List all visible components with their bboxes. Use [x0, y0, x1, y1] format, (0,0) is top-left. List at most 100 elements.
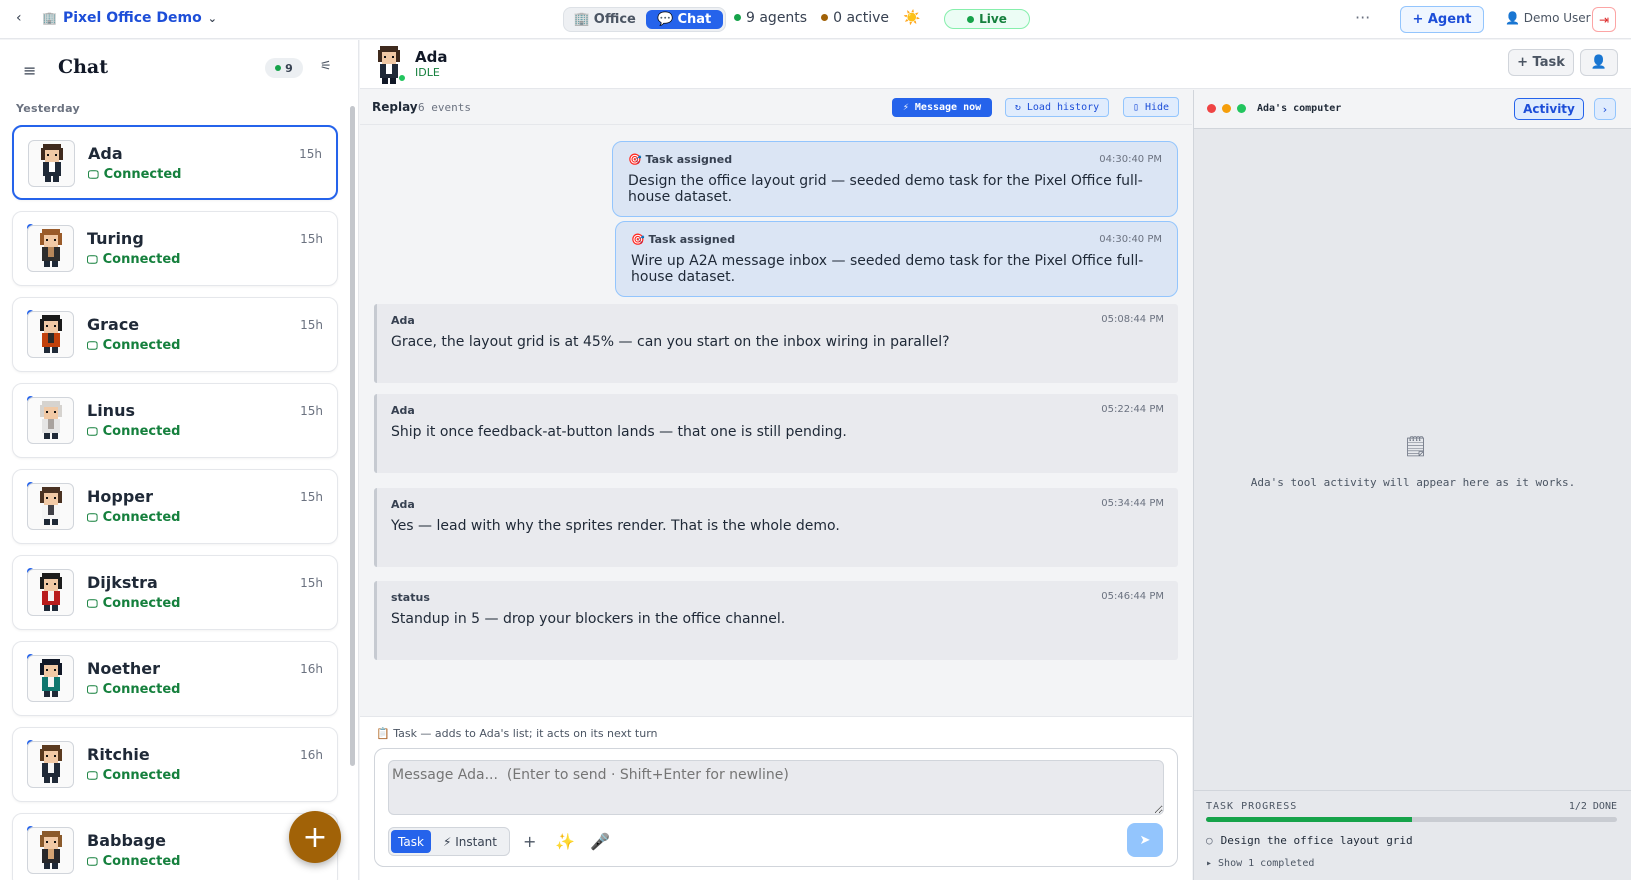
agent-card-turing[interactable]: Turing 🖵 Connected 15h: [12, 211, 338, 286]
message-time: 05:46:44 PM: [1101, 591, 1164, 602]
send-button[interactable]: ➤: [1127, 823, 1163, 857]
progress-label: TASK PROGRESS: [1206, 801, 1298, 812]
agent-status-text: Connected: [102, 682, 181, 697]
attach-icon[interactable]: +: [523, 832, 536, 851]
mode-task-button[interactable]: Task: [391, 830, 431, 853]
target-icon: 🎯: [631, 233, 645, 246]
agent-status: 🖵 Connected: [87, 252, 180, 267]
agent-card-dijkstra[interactable]: Dijkstra 🖵 Connected 15h: [12, 555, 338, 630]
monitor-icon: 🖵: [87, 854, 98, 868]
person-icon[interactable]: 👤: [1580, 49, 1618, 76]
mode-instant-button[interactable]: ⚡ Instant: [434, 830, 506, 853]
agent-card-hopper[interactable]: Hopper 🖵 Connected 15h: [12, 469, 338, 544]
hide-replay-button[interactable]: ▯ Hide: [1123, 97, 1179, 117]
active-dot-icon: [821, 14, 829, 21]
agent-name: Babbage: [87, 831, 166, 850]
online-indicator: [398, 74, 406, 82]
show-completed-toggle[interactable]: ▸ Show 1 completed: [1206, 858, 1314, 869]
sidebar-title: Chat: [58, 56, 109, 78]
task-item[interactable]: ○ Design the office layout grid: [1206, 834, 1413, 847]
task-item-label: Design the office layout grid: [1220, 834, 1413, 847]
chat-sidebar: ≡ Chat 9 ⚟ Yesterday Ada 🖵 Connected 15h Tur…: [0, 40, 359, 880]
message-time: 05:08:44 PM: [1101, 314, 1164, 325]
last-active-time: 15h: [300, 404, 323, 418]
message-text: Ship it once feedback-at-button lands — …: [391, 424, 847, 440]
task-text: Design the office layout grid — seeded d…: [628, 173, 1143, 205]
agent-card-grace[interactable]: Grace 🖵 Connected 15h: [12, 297, 338, 372]
task-assigned-label: 🎯 Task assigned: [628, 153, 732, 166]
workspace-name: Pixel Office Demo: [62, 10, 202, 26]
agent-computer-panel: Ada's computer Activity › 🗒 Ada's tool a…: [1193, 90, 1631, 880]
message-input[interactable]: [388, 760, 1164, 815]
load-history-button[interactable]: ↻ Load history: [1005, 98, 1109, 117]
agent-card-ritchie[interactable]: Ritchie 🖵 Connected 16h: [12, 727, 338, 802]
add-task-button[interactable]: + Task: [1508, 49, 1574, 76]
microphone-icon[interactable]: 🎤: [590, 832, 610, 851]
agent-count-badge: 9: [265, 58, 303, 78]
avatar: [27, 827, 74, 874]
agent-status-text: Connected: [102, 596, 181, 611]
last-active-time: 15h: [300, 318, 323, 332]
replay-label: Replay: [372, 100, 418, 114]
message-text: Grace, the layout grid is at 45% — can y…: [391, 334, 950, 350]
message-author: Ada: [391, 404, 415, 417]
menu-icon[interactable]: ≡: [23, 61, 36, 80]
agent-card-linus[interactable]: Linus 🖵 Connected 15h: [12, 383, 338, 458]
agent-name: Noether: [87, 659, 161, 678]
target-icon: 🎯: [628, 153, 642, 166]
message-text: Yes — lead with why the sprites render. …: [391, 518, 840, 534]
monitor-icon: 🖵: [87, 768, 98, 782]
agent-name: Grace: [87, 315, 140, 334]
agent-status-text: Connected: [102, 338, 181, 353]
avatar: [27, 569, 74, 616]
message-author: status: [391, 591, 430, 604]
group-label: Yesterday: [16, 102, 80, 115]
last-active-time: 15h: [300, 576, 323, 590]
message-time: 04:30:40 PM: [1099, 154, 1162, 165]
sun-icon[interactable]: ☀️: [903, 10, 920, 26]
live-badge[interactable]: Live: [944, 9, 1030, 29]
monitor-icon: 🖵: [87, 252, 98, 266]
user-menu[interactable]: 👤 Demo User: [1505, 11, 1591, 25]
add-agent-button[interactable]: + Agent: [1400, 6, 1484, 33]
agent-count: 9: [285, 61, 293, 75]
chevron-right-icon[interactable]: ›: [1594, 98, 1616, 120]
maximize-dot-icon: [1237, 104, 1246, 113]
task-assigned-label: 🎯 Task assigned: [631, 233, 735, 246]
sidebar-scrollbar[interactable]: [350, 106, 355, 766]
agent-card-noether[interactable]: Noether 🖵 Connected 16h: [12, 641, 338, 716]
agent-status-text: Connected: [103, 167, 182, 182]
activity-button[interactable]: Activity: [1514, 98, 1584, 120]
tab-office[interactable]: 🏢 Office: [566, 10, 644, 29]
agent-card-babbage[interactable]: Babbage 🖵 Connected: [12, 813, 338, 880]
chat-bubble-icon: 💬: [657, 12, 674, 27]
top-bar: ‹ 🏢 Pixel Office Demo ⌄ 🏢 Office 💬 Chat …: [0, 0, 1631, 39]
tab-chat[interactable]: 💬 Chat: [645, 10, 723, 29]
agent-status: 🖵 Connected: [87, 510, 180, 525]
agent-state: IDLE: [415, 66, 440, 79]
active-count-text: 0 active: [833, 10, 890, 26]
composer-hint: 📋 Task — adds to Ada's list; it acts on …: [376, 727, 658, 740]
workspace-switcher[interactable]: 🏢 Pixel Office Demo ⌄: [42, 10, 217, 26]
filter-icon[interactable]: ⚟: [320, 59, 332, 74]
sparkle-icon[interactable]: ✨: [555, 832, 575, 851]
agent-card-ada[interactable]: Ada 🖵 Connected 15h: [12, 125, 338, 200]
composer-box: Task ⚡ Instant + ✨ 🎤 ➤: [374, 748, 1178, 867]
monitor-icon: 🖵: [87, 424, 98, 438]
message-text: Standup in 5 — drop your blockers in the…: [391, 611, 786, 627]
chat-message: Ada 05:34:44 PM Yes — lead with why the s…: [374, 488, 1178, 567]
message-time: 05:34:44 PM: [1101, 498, 1164, 509]
office-stats: 9 agents 0 active ☀️: [734, 10, 920, 26]
back-icon[interactable]: ‹: [16, 10, 22, 26]
agents-count-text: 9 agents: [746, 10, 808, 26]
logout-icon[interactable]: ⇥: [1592, 7, 1616, 32]
more-icon[interactable]: ···: [1355, 8, 1370, 27]
monitor-icon: 🖵: [88, 167, 99, 181]
new-chat-button[interactable]: +: [289, 811, 341, 863]
computer-title: Ada's computer: [1257, 103, 1342, 114]
task-text: Wire up A2A message inbox — seeded demo …: [631, 253, 1144, 285]
task-label-text: Task assigned: [648, 233, 736, 246]
message-now-button[interactable]: ⚡ Message now: [892, 98, 992, 117]
monitor-icon: 🖵: [87, 596, 98, 610]
avatar: [28, 140, 75, 187]
